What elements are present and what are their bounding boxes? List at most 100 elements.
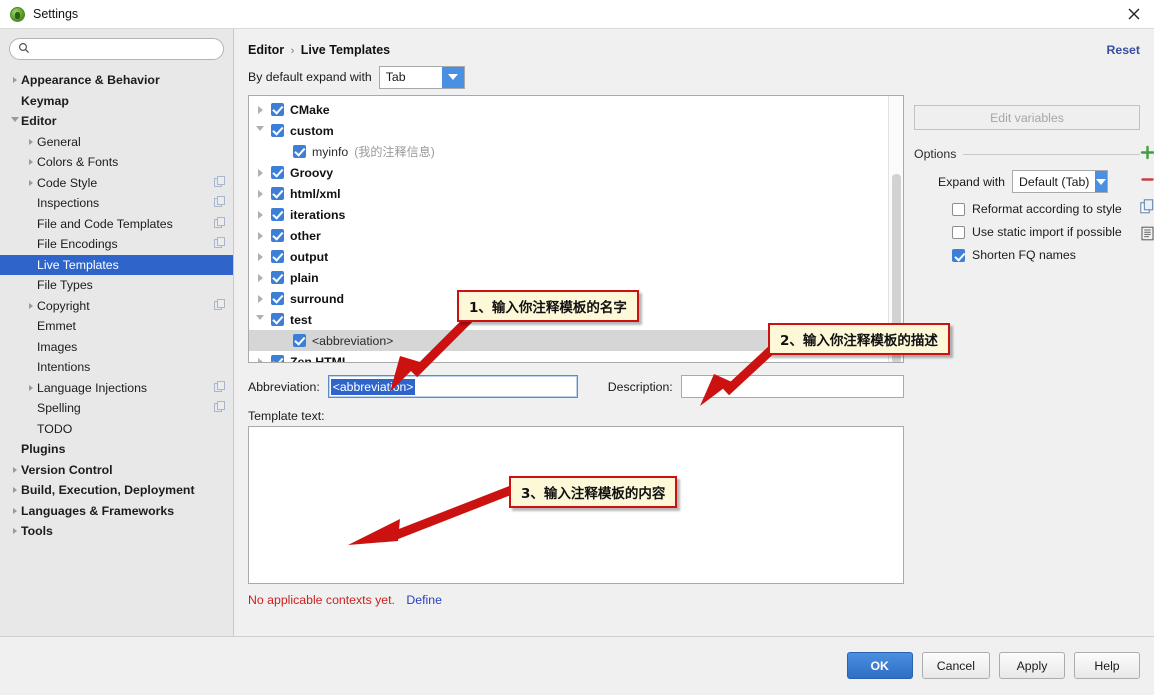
template-checkbox[interactable] <box>271 124 284 137</box>
edit-variables-button[interactable]: Edit variables <box>914 105 1140 130</box>
sidebar-item-tools[interactable]: Tools <box>0 521 233 542</box>
add-icon[interactable] <box>1138 143 1154 161</box>
template-checkbox[interactable] <box>271 187 284 200</box>
chevron-right-icon[interactable] <box>24 159 37 166</box>
template-checkbox[interactable] <box>293 145 306 158</box>
chevron-right-icon[interactable] <box>249 357 271 362</box>
copy-config-icon[interactable] <box>214 196 225 210</box>
help-button[interactable]: Help <box>1074 652 1140 679</box>
chevron-right-icon[interactable] <box>249 294 271 303</box>
sidebar-item-copyright[interactable]: Copyright <box>0 296 233 317</box>
expand-with-dropdown[interactable]: Default (Tab) <box>1012 170 1108 193</box>
chevron-down-icon[interactable] <box>249 126 271 135</box>
option-checkbox-use-static-import-if-possible[interactable]: Use static import if possible <box>952 225 1140 239</box>
option-checkbox-reformat-according-to-style[interactable]: Reformat according to style <box>952 202 1140 216</box>
chevron-right-icon[interactable] <box>249 168 271 177</box>
chevron-down-icon[interactable] <box>8 117 21 125</box>
chevron-right-icon[interactable] <box>249 273 271 282</box>
checkbox-box[interactable] <box>952 248 965 262</box>
sidebar-item-languages-frameworks[interactable]: Languages & Frameworks <box>0 501 233 522</box>
chevron-right-icon[interactable] <box>8 528 21 535</box>
chevron-right-icon[interactable] <box>249 231 271 240</box>
sidebar-item-file-types[interactable]: File Types <box>0 275 233 296</box>
template-group-row[interactable]: CMake <box>249 99 888 120</box>
copy-config-icon[interactable] <box>214 237 225 251</box>
template-group-row[interactable]: iterations <box>249 204 888 225</box>
template-group-row[interactable]: other <box>249 225 888 246</box>
sidebar-item-live-templates[interactable]: Live Templates <box>0 254 233 275</box>
sidebar-item-language-injections[interactable]: Language Injections <box>0 378 233 399</box>
chevron-down-icon[interactable] <box>1095 171 1107 192</box>
chevron-right-icon[interactable] <box>249 105 271 114</box>
chevron-right-icon[interactable] <box>249 210 271 219</box>
sidebar-item-version-control[interactable]: Version Control <box>0 460 233 481</box>
ok-button[interactable]: OK <box>846 652 913 679</box>
reset-link[interactable]: Reset <box>1107 43 1141 57</box>
copy-config-icon[interactable] <box>214 175 225 190</box>
copy-config-icon[interactable] <box>214 298 225 313</box>
chevron-right-icon[interactable] <box>8 77 21 84</box>
chevron-right-icon[interactable] <box>24 138 37 145</box>
chevron-right-icon[interactable] <box>8 466 21 473</box>
cancel-button[interactable]: Cancel <box>921 652 990 679</box>
close-icon[interactable] <box>1126 6 1144 24</box>
template-checkbox[interactable] <box>271 292 284 305</box>
sidebar-item-editor[interactable]: Editor <box>0 111 233 132</box>
template-group-row[interactable]: output <box>249 246 888 267</box>
template-item-row[interactable]: myinfo (我的注释信息) <box>249 141 888 162</box>
sidebar-item-emmet[interactable]: Emmet <box>0 316 233 337</box>
template-checkbox[interactable] <box>271 103 284 116</box>
template-checkbox[interactable] <box>293 334 306 347</box>
template-checkbox[interactable] <box>271 355 284 362</box>
sidebar-item-general[interactable]: General <box>0 132 233 153</box>
chevron-down-icon[interactable] <box>249 315 271 324</box>
option-checkbox-shorten-fq-names[interactable]: Shorten FQ names <box>952 248 1140 262</box>
sidebar-item-inspections[interactable]: Inspections <box>0 193 233 214</box>
chevron-right-icon[interactable] <box>24 384 37 391</box>
checkbox-box[interactable] <box>952 225 965 239</box>
template-group-row[interactable]: plain <box>249 267 888 288</box>
sidebar-item-intentions[interactable]: Intentions <box>0 357 233 378</box>
copy-config-icon[interactable] <box>214 216 225 231</box>
abbreviation-input[interactable]: <abbreviation> <box>327 375 578 398</box>
copy-icon[interactable] <box>1138 197 1154 215</box>
template-group-row[interactable]: html/xml <box>249 183 888 204</box>
sidebar-item-build-execution-deployment[interactable]: Build, Execution, Deployment <box>0 480 233 501</box>
chevron-right-icon[interactable] <box>249 252 271 261</box>
sidebar-item-todo[interactable]: TODO <box>0 419 233 440</box>
sidebar-item-plugins[interactable]: Plugins <box>0 439 233 460</box>
chevron-right-icon[interactable] <box>24 179 37 186</box>
search-box[interactable] <box>9 38 224 60</box>
template-checkbox[interactable] <box>271 313 284 326</box>
description-input[interactable] <box>680 375 904 398</box>
chevron-right-icon[interactable] <box>249 189 271 198</box>
chevron-down-icon[interactable] <box>441 66 464 88</box>
apply-button[interactable]: Apply <box>999 652 1065 679</box>
chevron-right-icon[interactable] <box>8 507 21 514</box>
paste-icon[interactable] <box>1138 224 1154 242</box>
define-context-link[interactable]: Define <box>406 593 442 607</box>
template-group-row[interactable]: custom <box>249 120 888 141</box>
sidebar-item-colors-fonts[interactable]: Colors & Fonts <box>0 152 233 173</box>
sidebar-item-images[interactable]: Images <box>0 337 233 358</box>
template-checkbox[interactable] <box>271 271 284 284</box>
default-expand-dropdown[interactable]: Tab <box>378 65 465 89</box>
copy-config-icon[interactable] <box>214 380 225 395</box>
template-group-row[interactable]: Groovy <box>249 162 888 183</box>
remove-icon[interactable] <box>1138 170 1154 188</box>
sidebar-item-spelling[interactable]: Spelling <box>0 398 233 419</box>
chevron-right-icon[interactable] <box>24 302 37 309</box>
sidebar-item-code-style[interactable]: Code Style <box>0 173 233 194</box>
template-checkbox[interactable] <box>271 166 284 179</box>
sidebar-item-appearance-behavior[interactable]: Appearance & Behavior <box>0 70 233 91</box>
search-input[interactable] <box>34 41 215 57</box>
checkbox-box[interactable] <box>952 202 965 216</box>
sidebar-item-keymap[interactable]: Keymap <box>0 91 233 112</box>
template-checkbox[interactable] <box>271 229 284 242</box>
sidebar-item-file-and-code-templates[interactable]: File and Code Templates <box>0 214 233 235</box>
copy-config-icon[interactable] <box>214 401 225 415</box>
template-checkbox[interactable] <box>271 208 284 221</box>
sidebar-item-file-encodings[interactable]: File Encodings <box>0 234 233 255</box>
template-checkbox[interactable] <box>271 250 284 263</box>
chevron-right-icon[interactable] <box>8 487 21 494</box>
